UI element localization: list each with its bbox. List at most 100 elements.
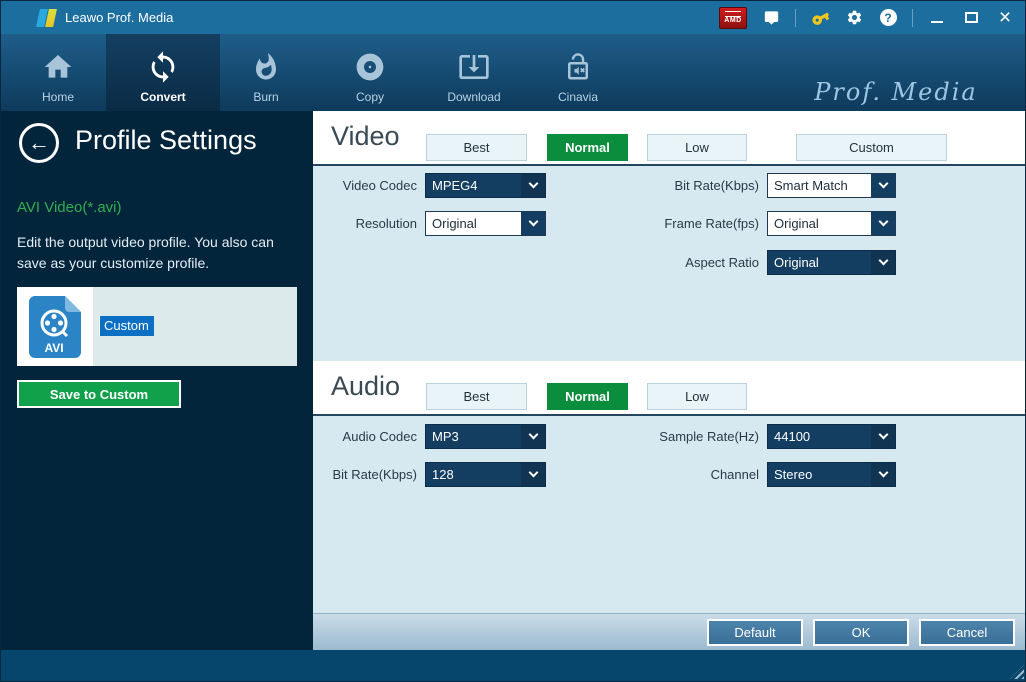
nav-tab-cinavia[interactable]: Cinavia: [538, 34, 618, 111]
sample-rate-select[interactable]: 44100: [767, 424, 896, 449]
titlebar-separator: [912, 8, 913, 27]
help-icon[interactable]: ?: [878, 7, 898, 29]
audio-bitrate-value: 128: [432, 467, 454, 482]
nav-label-burn: Burn: [253, 90, 279, 104]
video-quality-normal-button[interactable]: Normal: [547, 134, 628, 161]
brand-text: Prof. Media: [814, 78, 978, 106]
profile-description: Edit the output video profile. You also …: [17, 234, 274, 271]
audio-quality-best-label: Best: [463, 389, 490, 404]
video-quality-custom-button[interactable]: Custom: [796, 134, 947, 161]
video-quality-best-button[interactable]: Best: [426, 134, 527, 161]
audio-codec-select[interactable]: MP3: [425, 424, 546, 449]
nav-tab-burn[interactable]: Burn: [226, 34, 306, 111]
video-codec-select[interactable]: MPEG4: [425, 173, 546, 198]
chevron-down-icon: [871, 212, 895, 235]
resolution-label: Resolution: [355, 216, 417, 231]
chevron-down-icon: [521, 174, 545, 197]
nav-tab-convert[interactable]: Convert: [106, 34, 220, 111]
nav-label-cinavia: Cinavia: [557, 90, 599, 104]
video-quality-best-label: Best: [463, 140, 490, 155]
amd-radeon-badge-icon: AMD: [719, 6, 747, 29]
resolution-value: Original: [432, 216, 477, 231]
ok-button-label: OK: [851, 625, 871, 640]
sample-rate-label: Sample Rate(Hz): [659, 429, 759, 444]
avi-file-icon: AVI: [29, 295, 81, 358]
maximize-button[interactable]: [961, 7, 981, 29]
profile-settings-sidebar: ← Profile Settings AVI Video(*.avi) Edit…: [1, 111, 313, 650]
framerate-value: Original: [774, 216, 819, 231]
default-button-label: Default: [734, 625, 776, 640]
cancel-button-label: Cancel: [946, 625, 988, 640]
download-icon: [458, 47, 490, 87]
resize-grip[interactable]: [1010, 665, 1024, 679]
chevron-down-icon: [871, 174, 895, 197]
settings-gear-icon[interactable]: [844, 7, 864, 29]
brand-logo: Prof. Media: [770, 78, 1009, 130]
convert-icon: [146, 47, 180, 87]
nav-label-download: Download: [447, 90, 501, 104]
page-title: Profile Settings: [75, 125, 257, 155]
audio-bitrate-label: Bit Rate(Kbps): [332, 467, 417, 482]
minimize-button[interactable]: [927, 7, 947, 29]
titlebar-separator: [795, 8, 796, 27]
aspect-ratio-value: Original: [774, 255, 819, 270]
ok-button[interactable]: OK: [813, 619, 909, 646]
selected-profile-name: AVI Video(*.avi): [17, 199, 122, 216]
chevron-down-icon: [871, 425, 895, 448]
video-quality-custom-label: Custom: [849, 140, 894, 155]
framerate-select[interactable]: Original: [767, 211, 896, 236]
burn-icon: [251, 47, 281, 87]
chevron-down-icon: [871, 251, 895, 274]
close-button[interactable]: ×: [995, 7, 1015, 29]
audio-bitrate-select[interactable]: 128: [425, 462, 546, 487]
close-glyph: ×: [998, 5, 1012, 29]
audio-quality-low-button[interactable]: Low: [647, 383, 747, 410]
nav-label-home: Home: [41, 90, 74, 104]
feedback-bubble-icon[interactable]: [761, 7, 781, 29]
video-quality-normal-label: Normal: [565, 140, 610, 155]
profile-name-edit-field[interactable]: Custom: [99, 316, 154, 336]
video-bitrate-label: Bit Rate(Kbps): [674, 178, 759, 193]
audio-quality-low-label: Low: [685, 389, 709, 404]
channel-value: Stereo: [774, 467, 813, 482]
resolution-select[interactable]: Original: [425, 211, 546, 236]
chevron-down-icon: [521, 212, 545, 235]
status-footer: [1, 650, 1025, 681]
nav-tab-home[interactable]: Home: [18, 34, 98, 111]
chevron-down-icon: [521, 425, 545, 448]
chevron-down-icon: [871, 463, 895, 486]
home-icon: [42, 47, 74, 87]
video-section-title: Video: [331, 121, 400, 151]
save-to-custom-button[interactable]: Save to Custom: [17, 380, 181, 408]
aspect-ratio-label: Aspect Ratio: [685, 255, 759, 270]
copy-icon: [354, 47, 386, 87]
audio-quality-best-button[interactable]: Best: [426, 383, 527, 410]
custom-profile-item[interactable]: AVI Custom: [17, 287, 297, 366]
video-codec-value: MPEG4: [432, 178, 478, 193]
video-quality-low-label: Low: [685, 140, 709, 155]
avi-icon-label: AVI: [44, 341, 63, 355]
channel-select[interactable]: Stereo: [767, 462, 896, 487]
default-button[interactable]: Default: [707, 619, 803, 646]
aspect-ratio-select[interactable]: Original: [767, 250, 896, 275]
nav-label-copy: Copy: [355, 90, 384, 104]
dialog-action-bar: Default OK Cancel: [313, 613, 1025, 650]
titlebar-controls: AMD ? ×: [719, 6, 1015, 29]
nav-tab-download[interactable]: Download: [426, 34, 522, 111]
avi-file-iconbox: AVI: [17, 287, 93, 366]
register-key-icon[interactable]: [806, 3, 834, 32]
nav-tab-copy[interactable]: Copy: [330, 34, 410, 111]
video-bitrate-select[interactable]: Smart Match: [767, 173, 896, 198]
window-title: Leawo Prof. Media: [65, 10, 174, 25]
app-window: Leawo Prof. Media AMD ? × Home Convert B…: [0, 0, 1026, 682]
video-bitrate-value: Smart Match: [774, 178, 848, 193]
cinavia-icon: [563, 47, 593, 87]
cancel-button[interactable]: Cancel: [919, 619, 1015, 646]
titlebar: Leawo Prof. Media AMD ? ×: [1, 1, 1025, 34]
main-nav: Home Convert Burn Copy Download Cinavia …: [1, 34, 1025, 130]
help-glyph: ?: [879, 9, 897, 26]
back-button[interactable]: ←: [19, 123, 59, 163]
audio-quality-normal-button[interactable]: Normal: [547, 383, 628, 410]
back-arrow-icon: ←: [28, 130, 50, 155]
video-quality-low-button[interactable]: Low: [647, 134, 747, 161]
